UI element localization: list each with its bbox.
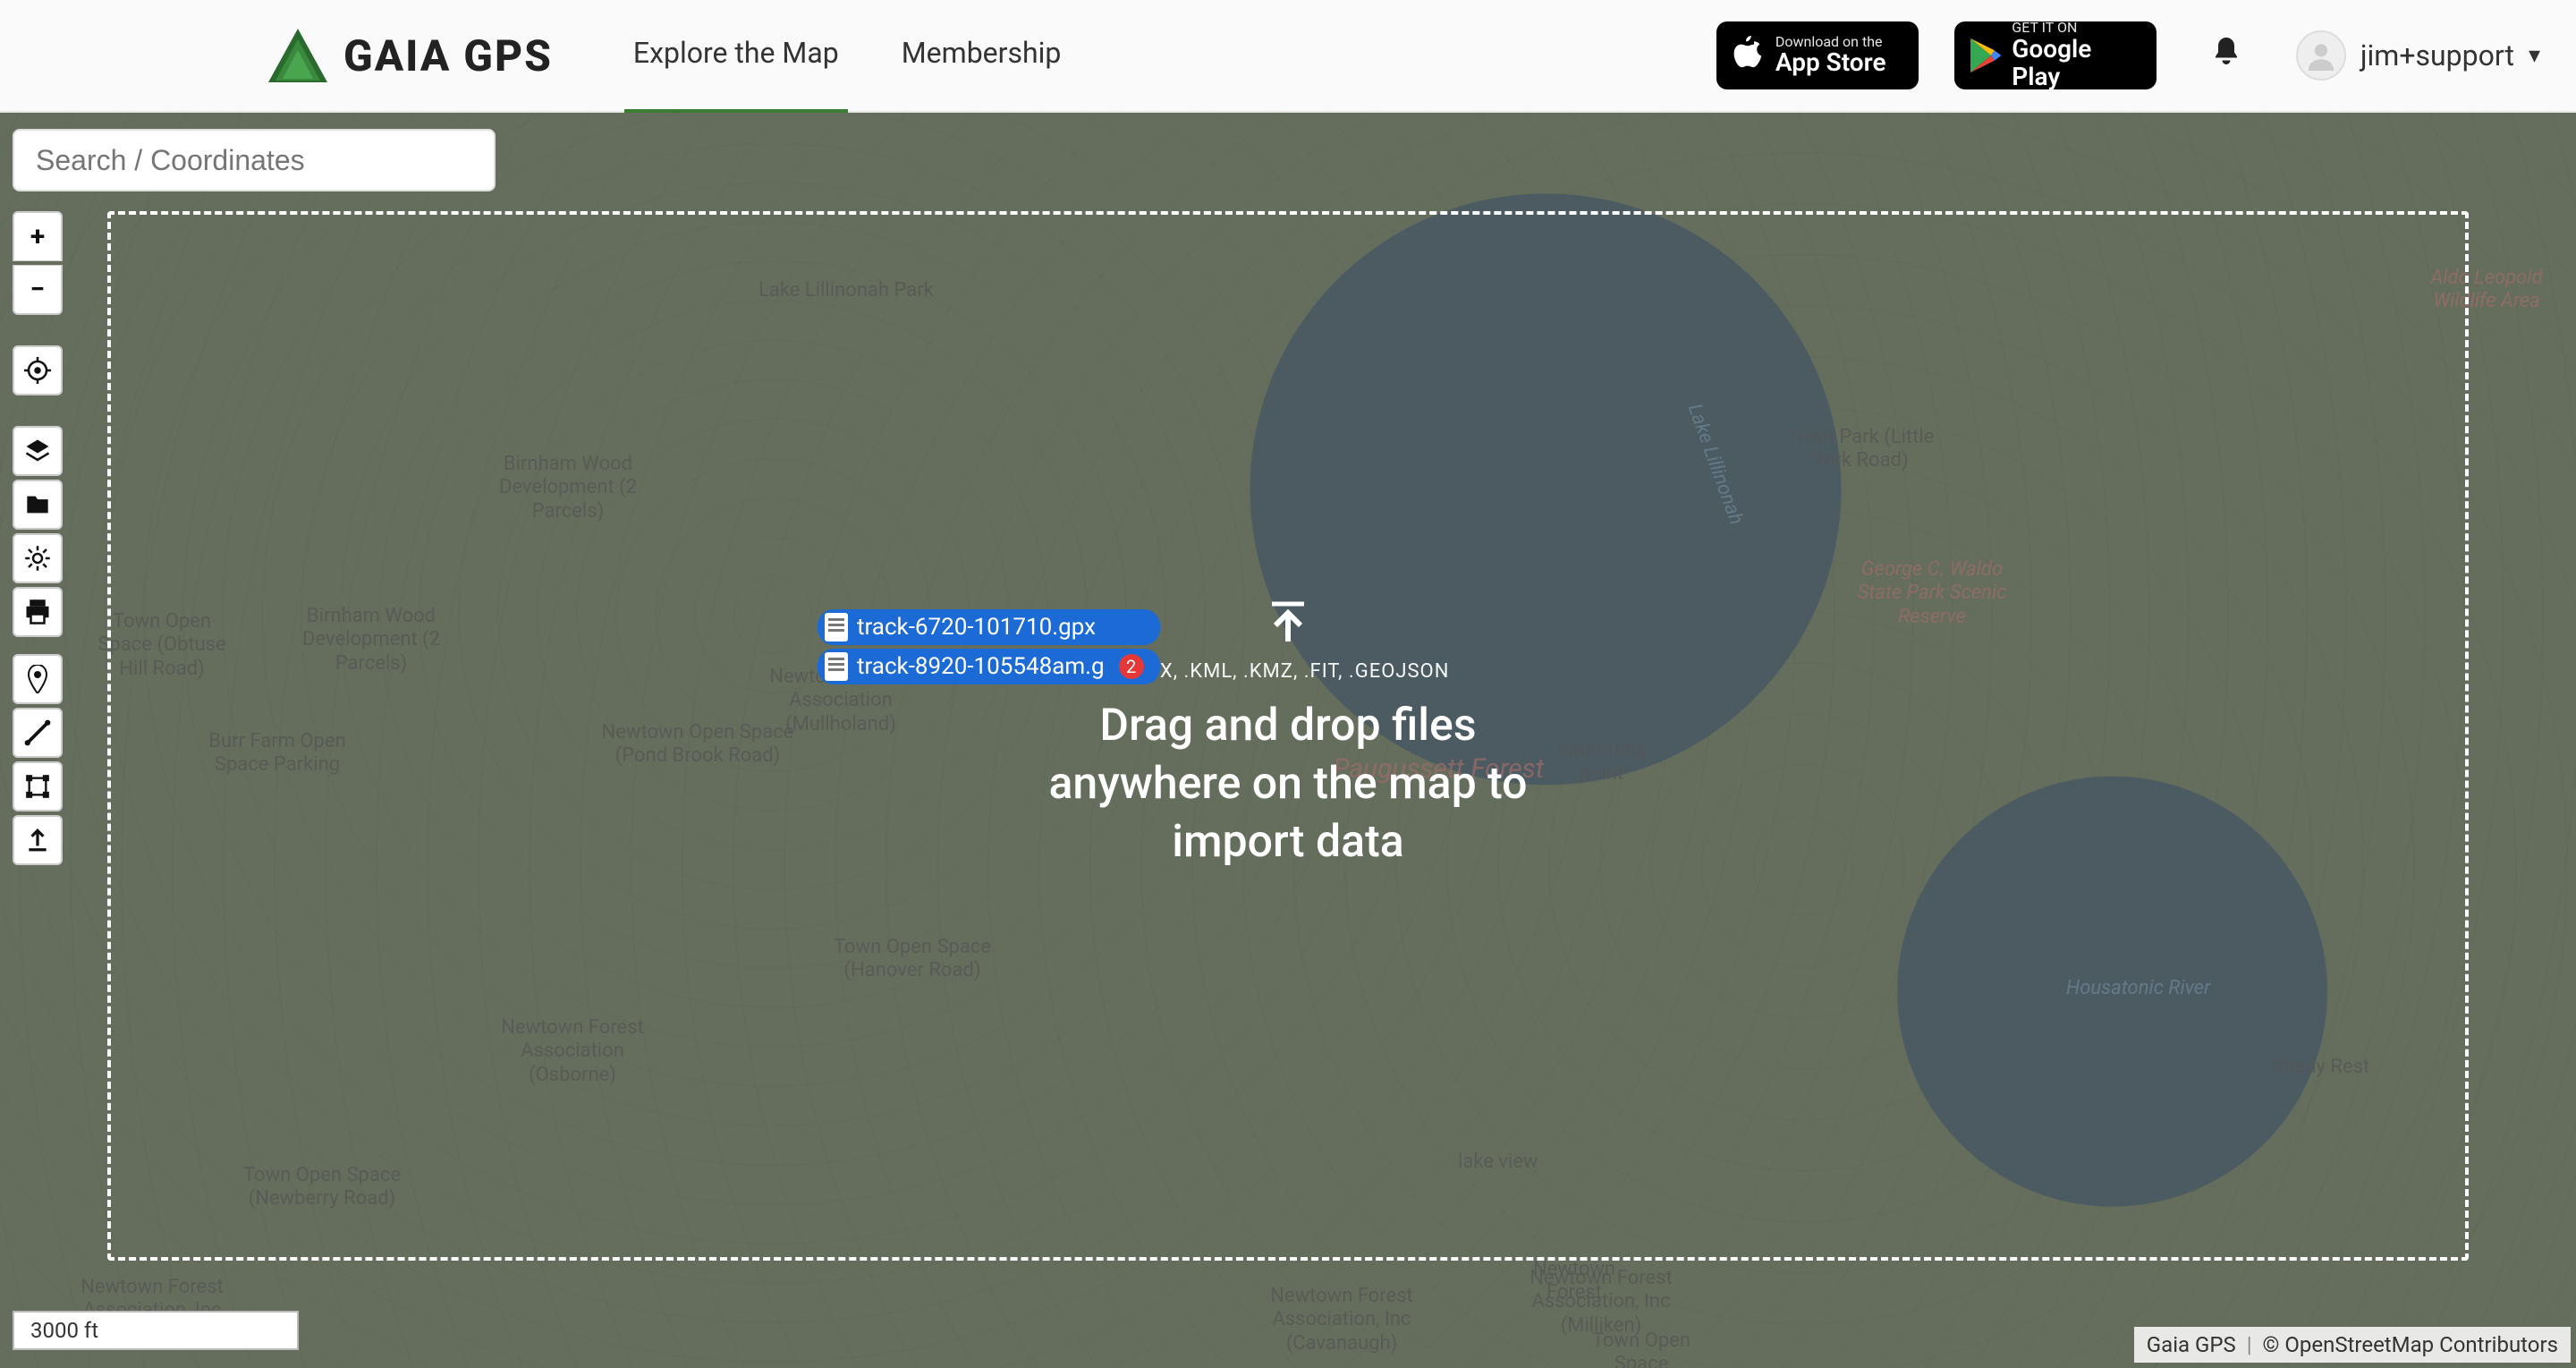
map-label: Town Park (Little York Road) (1771, 426, 1950, 473)
map-label: Birnham Wood Development (2 Parcels) (465, 453, 671, 523)
dropzone: .GPX, .KML, .KMZ, .FIT, .GEOJSON Drag an… (107, 211, 2469, 1261)
import-button[interactable] (13, 815, 63, 865)
zoom-out-button[interactable]: − (13, 265, 63, 315)
dragged-files: track-6720-101710.gpx track-8920-105548a… (818, 609, 1160, 684)
apple-icon (1733, 36, 1765, 75)
file-icon (825, 652, 848, 681)
map-label: Aldo Leopold Wildlife Area (2415, 267, 2558, 314)
logo[interactable]: GAIA GPS (268, 29, 553, 82)
file-icon (825, 613, 848, 642)
map-label: Housatonic River (2066, 977, 2210, 1000)
google-play-icon (1970, 38, 2001, 73)
dragged-file[interactable]: track-6720-101710.gpx (818, 609, 1160, 645)
app-store-big: App Store (1775, 49, 1886, 77)
map-label: Paugussett Forest (1333, 753, 1544, 786)
map-label: Town Open Space (Newberry Road) (233, 1164, 411, 1211)
logo-icon (268, 29, 327, 82)
saved-button[interactable] (13, 480, 63, 530)
file-name: track-6720-101710.gpx (857, 614, 1096, 641)
area-button[interactable] (13, 761, 63, 811)
drop-text-3: import data (1048, 813, 1527, 871)
map-label: Burr Farm Open Space Parking (188, 730, 367, 777)
play-store-badge[interactable]: GET IT ON Google Play (1954, 21, 2157, 89)
map-label: George C. Waldo State Park Scenic Reserv… (1843, 558, 2021, 629)
map-label: Newtown Forest (1512, 1258, 1637, 1305)
map-label: Town Open Space (1574, 1330, 1708, 1368)
drop-text-2: anywhere on the map to (1048, 755, 1527, 813)
play-store-big: Google Play (2012, 36, 2140, 91)
user-icon (2306, 40, 2336, 71)
map-label: Birnham Wood Development (2 Parcels) (268, 605, 474, 676)
nav-membership[interactable]: Membership (893, 0, 1071, 115)
avatar (2296, 30, 2346, 81)
route-button[interactable] (13, 708, 63, 758)
map-label: Newtown Forest Association, Inc (Millike… (1494, 1267, 1708, 1338)
play-store-small: GET IT ON (2012, 20, 2140, 36)
dragged-file[interactable]: track-8920-105548am.g 2 (818, 649, 1160, 684)
map-label: Lake Lillinonah Park (758, 279, 934, 302)
app-store-badge[interactable]: Download on the App Store (1716, 21, 1919, 89)
primary-nav: Explore the Map Membership (624, 0, 1070, 115)
zoom-in-button[interactable]: + (13, 211, 63, 261)
file-name: track-8920-105548am.g (857, 653, 1105, 680)
map-label: Town Open Space (Hanover Road) (823, 936, 1002, 983)
user-menu[interactable]: jim+support ▾ (2296, 30, 2540, 81)
brand-text: GAIA GPS (343, 30, 553, 81)
file-count-badge: 2 (1119, 654, 1144, 679)
locate-button[interactable] (13, 345, 63, 395)
waypoint-button[interactable] (13, 654, 63, 704)
chevron-down-icon: ▾ (2529, 42, 2540, 69)
attribution: Gaia GPS | © OpenStreetMap Contributors (2134, 1327, 2571, 1363)
user-name: jim+support (2360, 38, 2514, 72)
map-label: lake view (1458, 1151, 1538, 1174)
map-label: Town Open Space (Obtuse Hill Road) (86, 610, 238, 681)
drop-text-1: Drag and drop files (1048, 697, 1527, 755)
map-label: swimming point (1538, 739, 1664, 786)
nav-explore[interactable]: Explore the Map (624, 0, 848, 115)
header: GAIA GPS Explore the Map Membership Down… (0, 0, 2576, 113)
search-input[interactable] (13, 129, 496, 191)
scale-bar: 3000 ft (13, 1311, 299, 1350)
map-canvas[interactable]: + − Lake Lillinonah Park Birnham Wood De… (0, 113, 2576, 1368)
map-label: Newtown Forest Association (Osborne) (483, 1016, 662, 1087)
map-label: Lake Lillinonah (1682, 401, 1747, 528)
map-label: Shady Rest (2272, 1056, 2369, 1079)
notifications-icon[interactable] (2210, 33, 2242, 78)
settings-button[interactable] (13, 533, 63, 583)
layers-button[interactable] (13, 426, 63, 476)
map-label: Newtown Open Space (Pond Brook Road) (590, 721, 805, 769)
print-button[interactable] (13, 587, 63, 637)
attr-osm[interactable]: © OpenStreetMap Contributors (2263, 1332, 2558, 1357)
app-store-small: Download on the (1775, 34, 1886, 50)
map-label: Newtown Forest Association, Inc (Cavanau… (1234, 1285, 1449, 1355)
attr-brand[interactable]: Gaia GPS (2147, 1332, 2236, 1357)
